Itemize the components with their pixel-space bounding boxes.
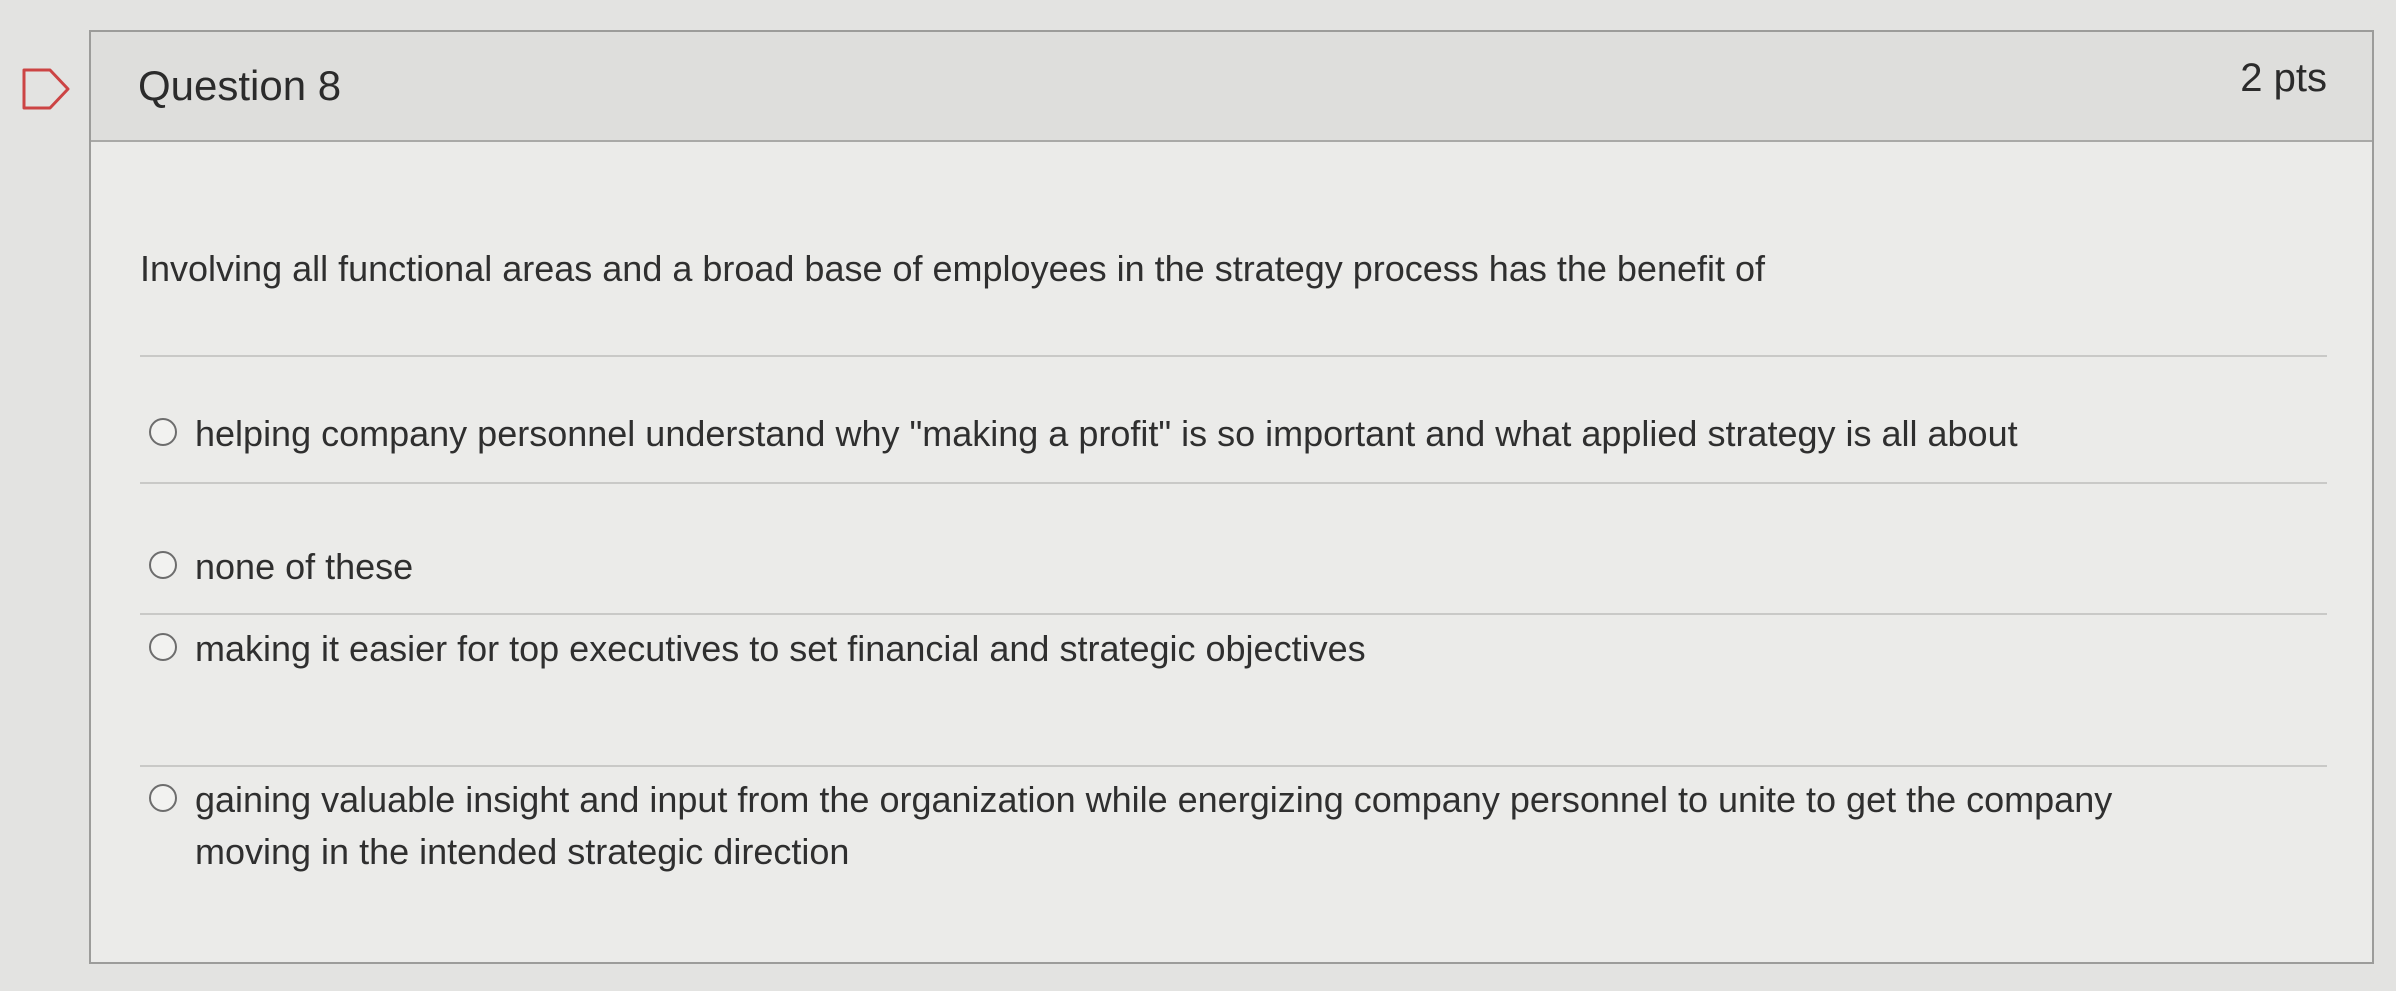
- question-card: Question 8 2 pts Involving all functiona…: [89, 30, 2374, 964]
- answer-divider: [140, 765, 2327, 767]
- flag-question-icon[interactable]: [20, 66, 74, 112]
- radio-button[interactable]: [149, 784, 177, 812]
- answer-label: none of these: [195, 546, 414, 587]
- answer-divider: [140, 613, 2327, 615]
- question-points: 2 pts: [2240, 56, 2327, 100]
- answer-label: making it easier for top executives to s…: [195, 628, 1366, 669]
- answer-option-4[interactable]: gaining valuable insight and input from …: [149, 774, 2199, 878]
- answer-label: gaining valuable insight and input from …: [195, 779, 2113, 872]
- answer-label: helping company personnel understand why…: [195, 413, 2018, 454]
- radio-button[interactable]: [149, 551, 177, 579]
- answer-option-3[interactable]: making it easier for top executives to s…: [149, 623, 2312, 675]
- answer-option-1[interactable]: helping company personnel understand why…: [149, 408, 2312, 460]
- answer-divider: [140, 355, 2327, 357]
- radio-button[interactable]: [149, 418, 177, 446]
- question-header: Question 8 2 pts: [91, 32, 2372, 142]
- radio-button[interactable]: [149, 633, 177, 661]
- answer-option-2[interactable]: none of these: [149, 541, 2312, 593]
- question-title: Question 8: [138, 62, 342, 109]
- answer-divider: [140, 482, 2327, 484]
- question-prompt: Involving all functional areas and a bro…: [140, 248, 1766, 289]
